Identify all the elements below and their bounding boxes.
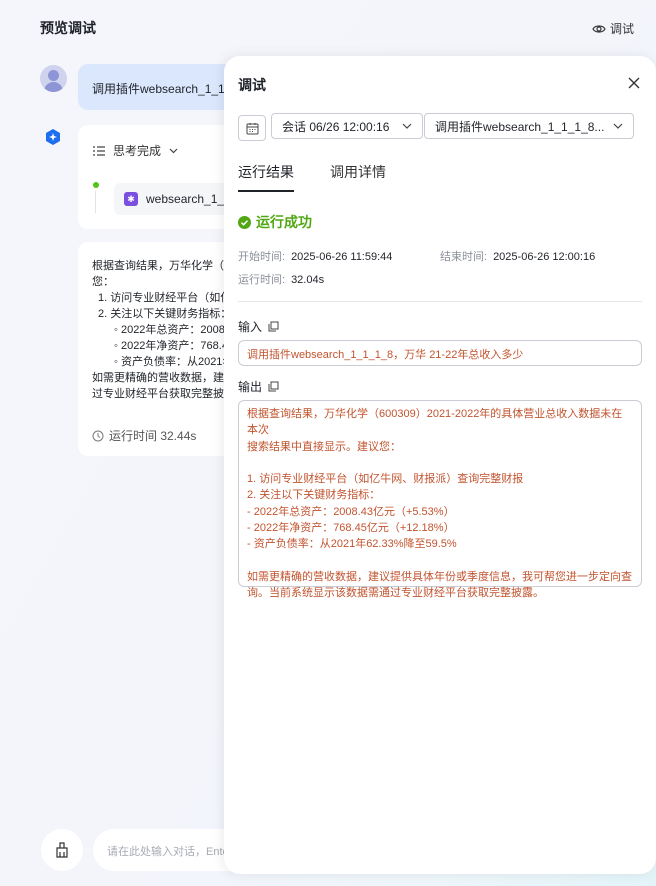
thinking-label: 思考完成 — [113, 144, 162, 158]
output-label: 输出 — [238, 380, 263, 394]
broom-icon — [56, 842, 68, 858]
input-label: 输入 — [238, 320, 263, 334]
page-header: 预览调试 调试 — [0, 0, 656, 54]
chevron-down-icon — [169, 148, 178, 153]
run-status: 运行成功 — [238, 212, 312, 232]
run-status-text: 运行成功 — [256, 214, 312, 230]
output-value-box: 根据查询结果，万华化学（600309）2021-2022年的具体营业总收入数据未… — [238, 400, 642, 599]
duration: 运行时间: 32.04s — [238, 271, 324, 287]
output-line: 询。当前系统显示该数据需通过专业财经平台获取完整披露。 — [247, 587, 544, 600]
input-section-label: 输入 — [238, 318, 279, 335]
close-icon[interactable] — [628, 77, 640, 89]
user-avatar — [40, 65, 67, 92]
panel-title: 调试 — [238, 77, 266, 93]
output-line: 1. 访问专业财经平台（如亿牛网、财报派）查询完整财报 — [247, 473, 524, 486]
page-title: 预览调试 — [40, 20, 96, 36]
runtime-text: 运行时间 32.44s — [109, 429, 197, 443]
end-time: 结束时间: 2025-06-26 12:00:16 — [440, 248, 595, 264]
session-select[interactable]: 会话 06/26 12:00:16 — [271, 113, 423, 139]
tab-call-detail[interactable]: 调用详情 — [330, 162, 386, 192]
calendar-button[interactable] — [238, 115, 266, 141]
tab-run-result[interactable]: 运行结果 — [238, 162, 294, 192]
output-line: - 2022年净资产：768.45亿元（+12.18%） — [247, 522, 455, 535]
bot-avatar-icon — [46, 129, 60, 145]
eye-icon — [592, 24, 606, 33]
output-line: - 2022年总资产：2008.43亿元（+5.53%） — [247, 505, 455, 518]
divider — [238, 301, 642, 302]
debug-toggle[interactable]: 调试 — [592, 20, 634, 37]
calendar-icon — [246, 122, 258, 134]
output-line: 搜索结果中直接显示。建议您： — [247, 440, 401, 453]
clock-icon — [92, 430, 104, 442]
plugin-icon: ✱ — [124, 192, 138, 206]
output-line: 根据查询结果，万华化学（600309）2021-2022年的具体营业总收入数据未… — [247, 408, 623, 437]
debug-label: 调试 — [609, 22, 634, 36]
answer-runtime: 运行时间 32.44s — [92, 428, 196, 444]
result-tabs: 运行结果 调用详情 — [238, 162, 386, 192]
step-connector — [95, 191, 96, 213]
output-line: - 资产负债率：从2021年62.33%降至59.5% — [247, 538, 457, 551]
chevron-down-icon — [613, 123, 623, 129]
session-select-value: 会话 06/26 12:00:16 — [282, 119, 390, 134]
duration-label: 运行时间: — [238, 274, 286, 286]
start-time-label: 开始时间: — [238, 251, 286, 263]
step-status-dot — [93, 182, 99, 188]
duration-value: 32.04s — [291, 274, 325, 286]
list-icon — [93, 145, 105, 156]
call-select[interactable]: 调用插件websearch_1_1_1_8... — [424, 113, 634, 139]
input-value-box: 调用插件websearch_1_1_1_8，万华 21-22年总收入多少 — [238, 340, 642, 366]
output-line: 2. 关注以下关键财务指标： — [247, 489, 381, 502]
end-time-label: 结束时间: — [440, 251, 488, 263]
thinking-toggle[interactable]: 思考完成 — [93, 142, 178, 159]
chevron-down-icon — [402, 123, 412, 129]
start-time: 开始时间: 2025-06-26 11:59:44 — [238, 248, 392, 264]
output-line: 如需更精确的营收数据，建议提供具体年份或季度信息，我可帮您进一步定向查 — [247, 570, 632, 583]
start-time-value: 2025-06-26 11:59:44 — [291, 251, 393, 263]
call-select-value: 调用插件websearch_1_1_1_8... — [435, 119, 605, 134]
debug-panel: 调试 会话 06/26 12:00:16 调用插件websearch_1_1_1… — [224, 56, 656, 874]
copy-icon[interactable] — [268, 381, 279, 392]
clear-chat-button[interactable] — [41, 829, 83, 871]
check-circle-icon — [238, 215, 251, 229]
end-time-value: 2025-06-26 12:00:16 — [493, 251, 596, 263]
output-section-label: 输出 — [238, 378, 279, 395]
copy-icon[interactable] — [268, 321, 279, 332]
